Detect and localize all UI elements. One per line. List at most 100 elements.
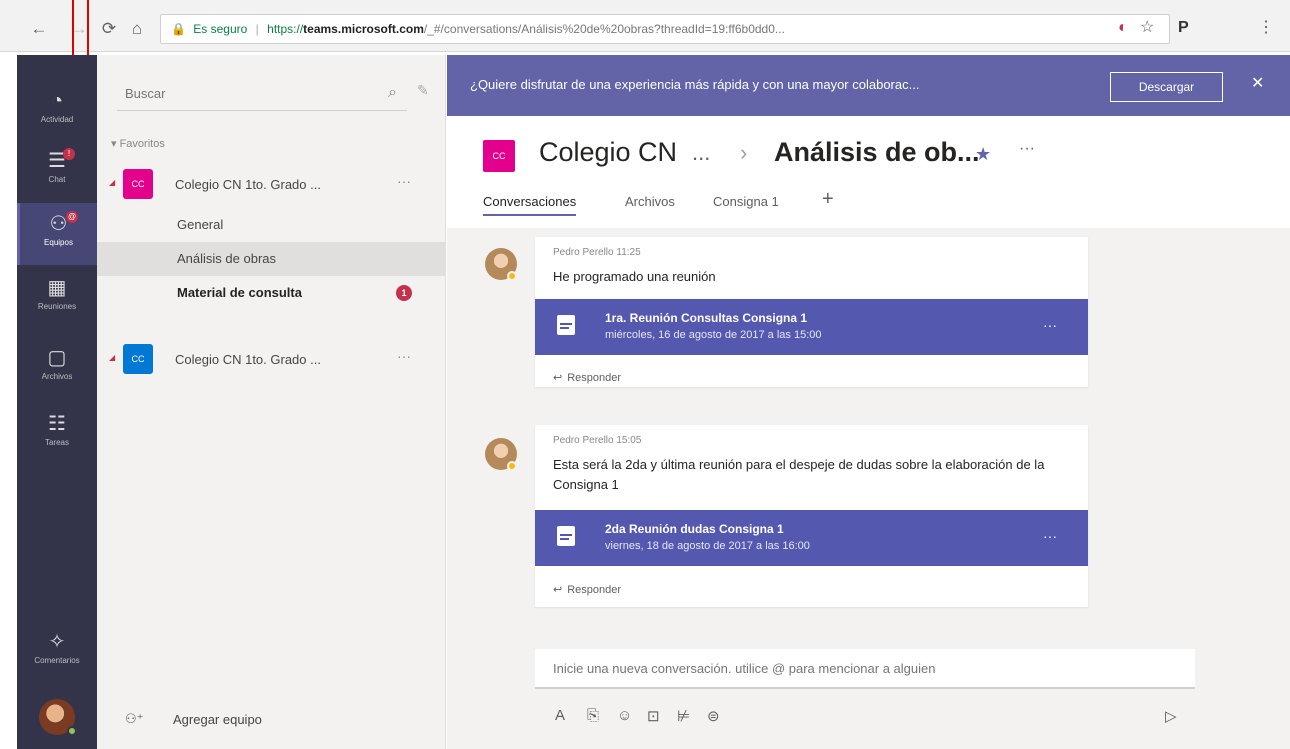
meeting-card[interactable]: 1ra. Reunión Consultas Consigna 1 miérco…	[535, 299, 1088, 355]
meeting-date: viernes, 18 de agosto de 2017 a las 16:0…	[605, 540, 810, 552]
channel-item-general[interactable]: General	[97, 208, 446, 242]
channel-title: Análisis de ob...	[774, 137, 980, 167]
new-chat-icon[interactable]: ✎	[417, 82, 429, 99]
attach-icon[interactable]: ⎘	[587, 707, 599, 724]
more-options-icon[interactable]: ···	[1043, 317, 1057, 333]
url-scheme: https://	[267, 22, 304, 36]
extension-icon[interactable]: ◐	[1118, 17, 1128, 39]
feedback-icon: ✧	[48, 631, 66, 653]
presence-indicator	[507, 461, 517, 471]
compose-area: A ⎘ ☺ ⊡ ⊭ ⊜ ▷	[535, 649, 1195, 734]
format-icon[interactable]: A	[555, 707, 565, 724]
favorites-section-label[interactable]: ▾ Favoritos	[111, 137, 165, 150]
teams-icon: ⚇	[49, 213, 68, 235]
add-team-button[interactable]: ⚇⁺ Agregar equipo	[97, 701, 446, 741]
tab-consigna[interactable]: Consigna 1	[713, 194, 779, 209]
more-options-icon[interactable]: ···	[397, 348, 411, 364]
rail-item-feedback[interactable]: ✧ Comentarios	[17, 621, 97, 683]
chevron-down-icon: ▾	[111, 138, 120, 150]
collapse-caret-icon[interactable]: ◢	[109, 178, 115, 187]
tab-conversaciones[interactable]: Conversaciones	[483, 194, 577, 216]
sticker-icon[interactable]: ⊭	[677, 707, 690, 725]
search-icon[interactable]: ⌕	[388, 84, 397, 102]
gif-icon[interactable]: ⊡	[647, 707, 660, 725]
rail-item-files[interactable]: ▢ Archivos	[17, 337, 97, 399]
meeting-icon[interactable]: ⊜	[707, 707, 720, 725]
rail-label: Actividad	[40, 115, 74, 124]
meeting-date: miércoles, 16 de agosto de 2017 a las 15…	[605, 329, 822, 341]
favorite-star-icon[interactable]: ★	[975, 144, 991, 165]
chat-badge: !	[63, 148, 75, 160]
message-card: Pedro Perello 11:25 He programado una re…	[535, 237, 1088, 387]
rail-item-activity[interactable]: ◔ Actividad	[17, 80, 97, 142]
home-button[interactable]: ⌂	[126, 18, 148, 40]
team-title[interactable]: Colegio CN	[539, 137, 677, 168]
team-avatar: CC	[483, 140, 515, 172]
banner-text: ¿Quiere disfrutar de una experiencia más…	[470, 77, 920, 92]
message-text: He programado una reunión	[553, 269, 716, 284]
reply-label: Responder	[567, 372, 622, 384]
meeting-card[interactable]: 2da Reunión dudas Consigna 1 viernes, 18…	[535, 510, 1088, 566]
channel-header: CC Colegio CN ... › Análisis de ob... ★ …	[447, 116, 1290, 228]
channel-item-analisis[interactable]: Análisis de obras	[97, 242, 446, 276]
more-options-icon[interactable]: ···	[1019, 140, 1035, 158]
secure-label: Es seguro	[193, 22, 248, 36]
collapse-caret-icon[interactable]: ◢	[109, 353, 115, 362]
rail-item-tasks[interactable]: ☷ Tareas	[17, 403, 97, 465]
more-options-icon[interactable]: ···	[1043, 528, 1057, 544]
address-bar[interactable]: 🔒 Es seguro | https://teams.microsoft.co…	[160, 14, 1170, 44]
unread-badge: 1	[396, 285, 412, 301]
team-name: Colegio CN 1to. Grado ...	[175, 352, 321, 367]
reply-button[interactable]: ↩ Responder	[553, 371, 621, 384]
add-team-icon: ⚇⁺	[125, 711, 144, 726]
reply-button[interactable]: ↩ Responder	[553, 583, 621, 596]
lock-icon: 🔒	[171, 22, 186, 36]
more-options-icon[interactable]: ···	[397, 173, 411, 189]
calendar-event-icon	[557, 315, 575, 335]
chevron-right-icon: ›	[740, 140, 748, 165]
rail-item-chat[interactable]: ☰ ! Chat	[17, 140, 97, 202]
message-meta: Pedro Perello 11:25	[553, 247, 641, 258]
calendar-icon: ▦	[47, 277, 67, 299]
reply-icon: ↩	[553, 584, 563, 596]
message-input[interactable]	[553, 661, 1173, 676]
bookmark-star-icon[interactable]: ☆	[1140, 17, 1154, 39]
presence-indicator	[507, 271, 517, 281]
download-button[interactable]: Descargar	[1110, 72, 1223, 102]
add-tab-icon[interactable]: +	[822, 188, 834, 211]
search-input[interactable]	[125, 86, 325, 101]
file-icon: ▢	[47, 347, 67, 369]
extension-p-icon[interactable]: P	[1178, 17, 1189, 39]
compose-box[interactable]	[535, 649, 1195, 689]
teams-badge: @	[66, 211, 78, 223]
calendar-event-icon	[557, 526, 575, 546]
team-avatar: CC	[123, 344, 153, 374]
search-box[interactable]: ⌕	[117, 77, 407, 111]
send-icon[interactable]: ▷	[1165, 707, 1177, 725]
main-area: ¿Quiere disfrutar de una experiencia más…	[447, 55, 1290, 749]
meeting-title: 2da Reunión dudas Consigna 1	[605, 522, 784, 536]
browser-menu-icon[interactable]: ⋮	[1258, 17, 1274, 39]
emoji-icon[interactable]: ☺	[617, 707, 632, 724]
rail-label: Equipos	[44, 238, 73, 247]
tasks-icon: ☷	[48, 413, 66, 435]
url-separator: |	[255, 22, 259, 36]
close-icon[interactable]: ✕	[1251, 73, 1264, 93]
back-button[interactable]: ←	[28, 18, 50, 40]
channel-item-material[interactable]: Material de consulta 1	[97, 276, 446, 310]
rail-label: Chat	[48, 175, 66, 184]
team-item[interactable]: ◢ CC Colegio CN 1to. Grado ... ···	[97, 163, 446, 207]
breadcrumb-ellipsis[interactable]: ...	[692, 140, 710, 166]
reply-icon: ↩	[553, 372, 563, 384]
download-banner: ¿Quiere disfrutar de una experiencia más…	[447, 55, 1290, 116]
team-item[interactable]: ◢ CC Colegio CN 1to. Grado ... ···	[97, 338, 446, 382]
rail-item-teams[interactable]: ⚇ @ Equipos	[17, 203, 97, 265]
tab-archivos[interactable]: Archivos	[625, 194, 675, 209]
meeting-title: 1ra. Reunión Consultas Consigna 1	[605, 311, 808, 325]
url-host: teams.microsoft.com	[303, 22, 424, 36]
team-avatar: CC	[123, 169, 153, 199]
reload-button[interactable]: ⟳	[98, 18, 120, 40]
rail-item-meetings[interactable]: ▦ Reuniones	[17, 267, 97, 329]
rail-label: Comentarios	[34, 656, 80, 665]
chat-icon: ☰	[48, 150, 66, 172]
